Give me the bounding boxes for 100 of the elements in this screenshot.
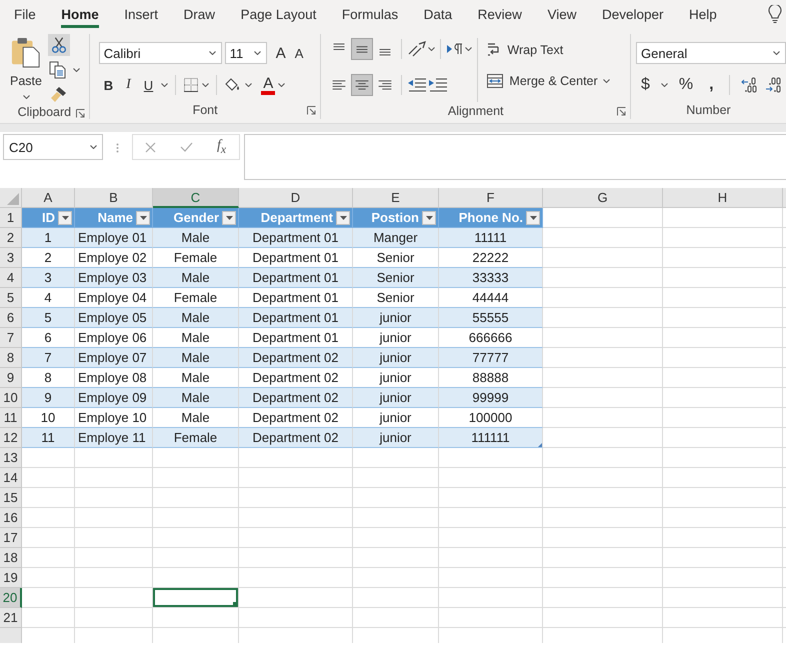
ribbon-tab[interactable]: Data bbox=[424, 7, 452, 28]
filter-button[interactable] bbox=[136, 210, 150, 224]
grid-cell[interactable] bbox=[663, 528, 783, 548]
grid-cell[interactable] bbox=[663, 488, 783, 508]
grid-cell[interactable] bbox=[663, 348, 783, 368]
row-header[interactable]: 3 bbox=[0, 248, 22, 268]
grid-cell[interactable] bbox=[153, 568, 239, 588]
grid-cell[interactable] bbox=[663, 268, 783, 288]
row-header[interactable] bbox=[0, 628, 22, 643]
grid-cell[interactable] bbox=[239, 488, 353, 508]
font-size-dropdown[interactable]: 11 bbox=[224, 42, 267, 64]
ribbon-tab[interactable]: Developer bbox=[602, 7, 664, 28]
grid-cell[interactable] bbox=[153, 508, 239, 528]
grid-cell[interactable] bbox=[543, 348, 663, 368]
grid-cell[interactable] bbox=[663, 448, 783, 468]
wrap-text-button[interactable]: Wrap Text bbox=[483, 38, 613, 62]
grid-cell[interactable] bbox=[353, 448, 439, 468]
filter-button[interactable] bbox=[58, 210, 72, 224]
row-header[interactable]: 4 bbox=[0, 268, 22, 288]
grid-cell[interactable] bbox=[543, 608, 663, 628]
grid-cell[interactable] bbox=[543, 588, 663, 608]
row-header[interactable]: 1 bbox=[0, 208, 22, 228]
grid-cell[interactable] bbox=[75, 588, 153, 608]
caret-icon[interactable] bbox=[773, 51, 780, 55]
check-icon[interactable] bbox=[180, 142, 193, 152]
grid-cell[interactable] bbox=[353, 548, 439, 568]
grid-cell[interactable] bbox=[543, 228, 663, 248]
grid-cell[interactable] bbox=[353, 528, 439, 548]
grid-cell[interactable] bbox=[22, 568, 75, 588]
caret-icon[interactable] bbox=[465, 47, 472, 51]
caret-icon[interactable] bbox=[660, 83, 668, 87]
grid-cell[interactable] bbox=[663, 608, 783, 628]
ribbon-tab[interactable]: Help bbox=[689, 7, 717, 28]
grid-cell[interactable] bbox=[543, 428, 663, 448]
grid-cell[interactable] bbox=[353, 608, 439, 628]
grid-cell[interactable] bbox=[543, 248, 663, 268]
row-header[interactable]: 17 bbox=[0, 528, 22, 548]
grid-cell[interactable] bbox=[543, 408, 663, 428]
grid-cell[interactable] bbox=[663, 248, 783, 268]
row-header[interactable]: 12 bbox=[0, 428, 22, 448]
grid-cell[interactable] bbox=[22, 528, 75, 548]
increase-decimal-icon[interactable] bbox=[740, 77, 758, 93]
row-header[interactable]: 20 bbox=[0, 588, 22, 608]
caret-icon[interactable] bbox=[278, 83, 286, 87]
grid-cell[interactable] bbox=[75, 608, 153, 628]
caret-icon[interactable] bbox=[22, 95, 30, 99]
row-header[interactable]: 9 bbox=[0, 368, 22, 388]
grid-cell[interactable] bbox=[75, 468, 153, 488]
caret-icon[interactable] bbox=[602, 79, 610, 83]
merge-center-button[interactable]: Merge & Center bbox=[483, 69, 613, 93]
filter-button[interactable] bbox=[222, 210, 236, 224]
caret-icon[interactable] bbox=[161, 83, 168, 87]
grid-cell[interactable] bbox=[439, 448, 543, 468]
grid-cell[interactable] bbox=[439, 548, 543, 568]
caret-icon[interactable] bbox=[254, 51, 261, 55]
grid-cell[interactable] bbox=[543, 488, 663, 508]
grid-cell[interactable] bbox=[22, 588, 75, 608]
grid-cell[interactable] bbox=[353, 508, 439, 528]
column-header[interactable]: E bbox=[353, 188, 439, 208]
grid-cell[interactable] bbox=[22, 448, 75, 468]
ribbon-tab[interactable]: Page Layout bbox=[240, 7, 316, 28]
grid-cell[interactable] bbox=[543, 288, 663, 308]
ribbon-tab[interactable]: Insert bbox=[124, 7, 158, 28]
grid-cell[interactable] bbox=[353, 588, 439, 608]
column-header[interactable]: C bbox=[153, 188, 239, 208]
grid-cell[interactable] bbox=[439, 588, 543, 608]
ribbon-tab[interactable]: Home bbox=[61, 7, 99, 28]
grid-cell[interactable] bbox=[239, 468, 353, 488]
grid-cell[interactable] bbox=[663, 548, 783, 568]
underline-button[interactable]: U bbox=[138, 78, 158, 92]
currency-button[interactable]: $ bbox=[636, 76, 655, 94]
grid-cell[interactable] bbox=[439, 568, 543, 588]
row-header[interactable]: 6 bbox=[0, 308, 22, 328]
ribbon-tab[interactable]: File bbox=[14, 7, 36, 28]
ribbon-tab[interactable]: View bbox=[547, 7, 576, 28]
paste-button[interactable]: Paste bbox=[6, 34, 46, 104]
grid-cell[interactable] bbox=[663, 308, 783, 328]
grid-cell[interactable] bbox=[543, 268, 663, 288]
bold-button[interactable]: B bbox=[98, 78, 118, 92]
grid-cell[interactable] bbox=[543, 448, 663, 468]
caret-icon[interactable] bbox=[245, 83, 252, 87]
percent-button[interactable]: % bbox=[674, 76, 698, 94]
row-header[interactable]: 13 bbox=[0, 448, 22, 468]
grid-cell[interactable] bbox=[153, 448, 239, 468]
selected-cell[interactable] bbox=[153, 588, 239, 608]
column-header[interactable]: H bbox=[663, 188, 783, 208]
grid-cell[interactable] bbox=[543, 308, 663, 328]
caret-icon[interactable] bbox=[202, 83, 210, 87]
text-orientation-icon[interactable] bbox=[407, 40, 428, 58]
row-header[interactable]: 7 bbox=[0, 328, 22, 348]
grid-cell[interactable] bbox=[663, 468, 783, 488]
increase-indent-icon[interactable] bbox=[428, 77, 448, 93]
row-header[interactable]: 8 bbox=[0, 348, 22, 368]
grid-cell[interactable] bbox=[75, 528, 153, 548]
grid-cell[interactable] bbox=[239, 528, 353, 548]
copy-icon[interactable] bbox=[48, 60, 68, 80]
grid-cell[interactable] bbox=[543, 208, 663, 228]
caret-icon[interactable] bbox=[73, 68, 80, 72]
column-header[interactable]: B bbox=[75, 188, 153, 208]
dialog-launcher-icon[interactable] bbox=[76, 109, 85, 118]
